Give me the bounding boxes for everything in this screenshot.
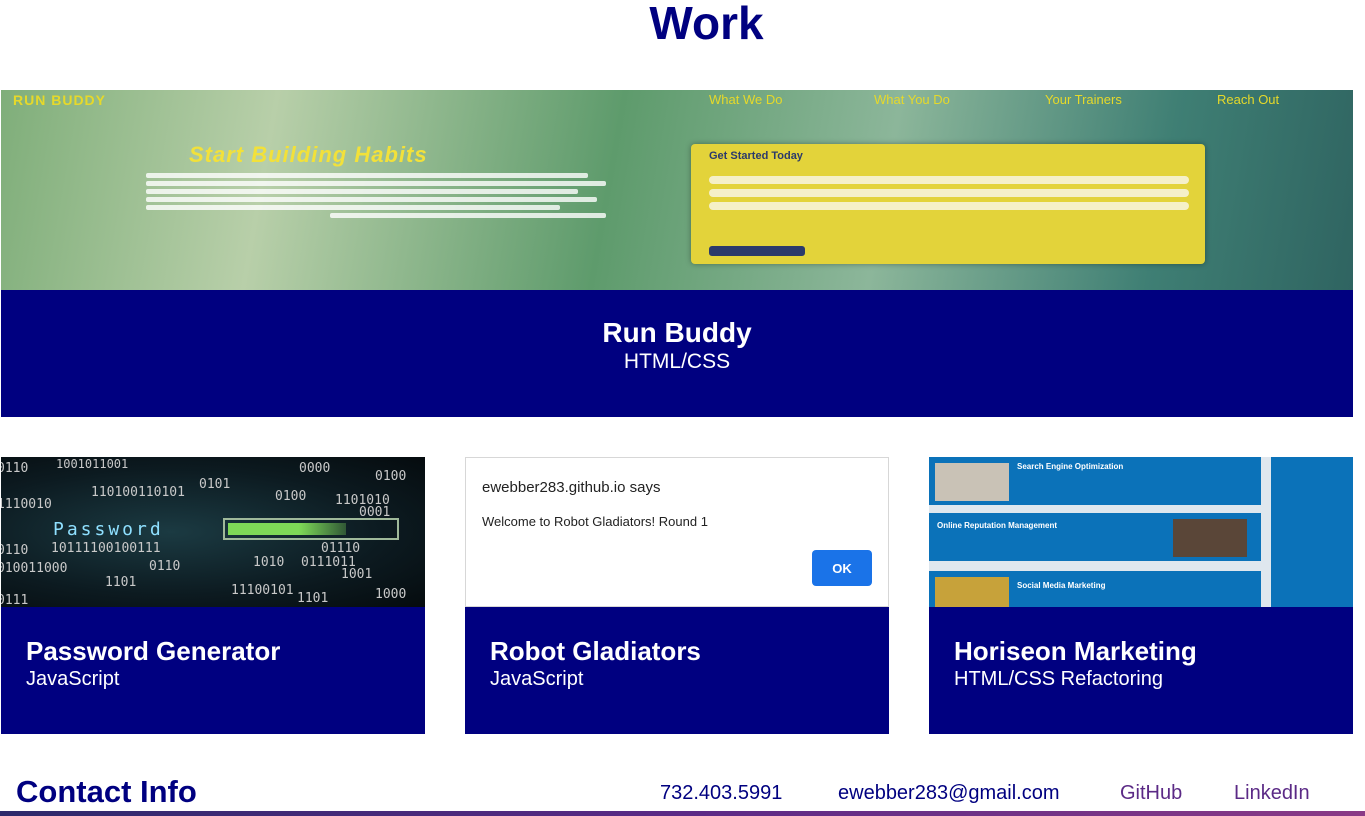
run-buddy-signup-form: Get Started Today [691, 144, 1205, 264]
project-caption: Password Generator JavaScript [26, 635, 280, 691]
run-buddy-field [709, 189, 1189, 197]
run-buddy-form-title: Get Started Today [709, 150, 803, 162]
run-buddy-field [709, 202, 1189, 210]
project-caption: Horiseon Marketing HTML/CSS Refactoring [954, 635, 1197, 691]
project-card-password-generator[interactable]: 0110 1001011001 0101 0000 0100 1110010 1… [1, 457, 425, 734]
run-buddy-screenshot: RUN BUDDY What We Do What You Do Your Tr… [1, 90, 1353, 290]
project-name: Horiseon Marketing [954, 636, 1197, 666]
run-buddy-logo: RUN BUDDY [13, 92, 106, 108]
password-label: Password [53, 519, 164, 540]
project-caption: Robot Gladiators JavaScript [490, 635, 701, 691]
password-strength-fill [228, 523, 346, 535]
project-card-robot-gladiators[interactable]: ewebber283.github.io says Welcome to Rob… [465, 457, 889, 734]
horiseon-thumb [935, 577, 1009, 607]
run-buddy-nav-item: Reach Out [1217, 92, 1280, 107]
horiseon-section: Social Media Marketing [929, 571, 1261, 607]
contact-github-link[interactable]: GitHub [1120, 782, 1182, 805]
project-name: Robot Gladiators [490, 636, 701, 666]
contact-linkedin-link[interactable]: LinkedIn [1234, 782, 1310, 805]
project-tech: HTML/CSS [623, 350, 731, 373]
horiseon-thumb [1173, 519, 1247, 557]
horiseon-section: Online Reputation Management [929, 513, 1261, 561]
password-strength-box [223, 518, 399, 540]
horiseon-thumb [935, 463, 1009, 501]
horiseon-screenshot: Search Engine Optimization Online Reputa… [929, 457, 1353, 607]
alert-dialog-title: ewebber283.github.io says [482, 479, 661, 496]
footer-accent-bar [0, 811, 1365, 816]
horiseon-section-title: Online Reputation Management [937, 521, 1058, 530]
project-tech: HTML/CSS Refactoring [954, 668, 1163, 690]
project-name: Password Generator [26, 636, 281, 666]
project-card-horiseon-marketing[interactable]: Search Engine Optimization Online Reputa… [929, 457, 1353, 734]
horiseon-section-title: Social Media Marketing [1017, 581, 1106, 590]
project-card-run-buddy[interactable]: RUN BUDDY What We Do What You Do Your Tr… [1, 90, 1353, 417]
password-generator-screenshot: 0110 1001011001 0101 0000 0100 1110010 1… [1, 457, 425, 607]
robot-gladiators-screenshot: ewebber283.github.io says Welcome to Rob… [465, 457, 889, 607]
project-tech: JavaScript [490, 668, 584, 690]
contact-heading: Contact Info [16, 774, 197, 809]
project-name: Run Buddy [602, 317, 752, 348]
alert-dialog-message: Welcome to Robot Gladiators! Round 1 [482, 514, 708, 529]
project-caption: Run Buddy HTML/CSS [1, 317, 1353, 375]
project-tech: JavaScript [26, 668, 120, 690]
portfolio-page: Work RUN BUDDY What We Do What You Do Yo… [0, 0, 1365, 816]
run-buddy-headline: Start Building Habits [189, 142, 428, 167]
run-buddy-nav-item: Your Trainers [1045, 92, 1122, 107]
run-buddy-nav-item: What We Do [709, 92, 783, 107]
work-heading: Work [649, 0, 764, 49]
run-buddy-submit [709, 246, 805, 256]
horiseon-section-title: Search Engine Optimization [1017, 462, 1124, 471]
run-buddy-field [709, 176, 1189, 184]
horiseon-section: Search Engine Optimization [929, 457, 1261, 505]
horiseon-sidebar [1271, 457, 1353, 607]
contact-phone-link[interactable]: 732.403.5991 [660, 782, 782, 805]
run-buddy-nav-item: What You Do [874, 92, 950, 107]
run-buddy-blurb [146, 170, 606, 230]
alert-ok-button: OK [812, 550, 872, 586]
contact-email-link[interactable]: ewebber283@gmail.com [838, 782, 1060, 805]
